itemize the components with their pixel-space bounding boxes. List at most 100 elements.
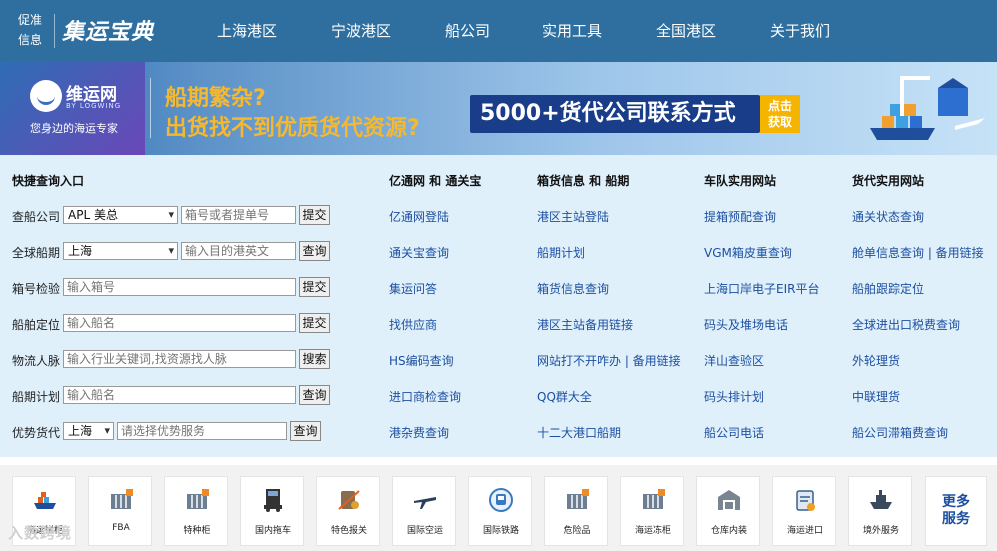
clipboard-icon bbox=[792, 487, 818, 513]
banner-headline-2: 出货找不到优质货代资源? bbox=[165, 116, 420, 141]
site-logo[interactable]: 集运宝典 bbox=[62, 14, 154, 46]
nav-shipping-lines[interactable]: 船公司 bbox=[445, 20, 490, 41]
quick-link[interactable]: 通关状态查询 bbox=[852, 208, 924, 225]
quick-link[interactable]: 上海口岸电子EIR平台 bbox=[704, 280, 819, 297]
quick-link[interactable]: 全球进出口税费查询 bbox=[852, 316, 960, 333]
brand-tagline-line1: 促准 bbox=[18, 13, 43, 27]
vessel-name-input[interactable] bbox=[63, 314, 296, 332]
quick-link[interactable]: 洋山查验区 bbox=[704, 352, 764, 369]
service-item[interactable]: 特种柜 bbox=[164, 476, 228, 546]
container-icon bbox=[184, 487, 210, 513]
container-check-input[interactable] bbox=[63, 278, 296, 296]
service-item-label: 特种柜 bbox=[183, 526, 211, 536]
quick-link[interactable]: 船公司滞箱费查询 bbox=[852, 424, 948, 441]
quick-link[interactable]: 提箱预配查询 bbox=[704, 208, 776, 225]
banner-headline-1: 船期繁杂? bbox=[165, 86, 266, 111]
warehouse-icon bbox=[716, 487, 742, 513]
service-item[interactable]: FBA bbox=[88, 476, 152, 546]
ad-banner[interactable]: 维运网 BY LOGWING 您身边的海运专家 船期繁杂? 出货找不到优质货代资… bbox=[0, 62, 997, 155]
query-button[interactable]: 查询 bbox=[290, 421, 321, 441]
quick-query-title: 快捷查询入口 bbox=[12, 174, 85, 188]
service-item[interactable]: 海运进口 bbox=[772, 476, 836, 546]
service-item[interactable]: 特色报关 bbox=[316, 476, 380, 546]
search-button[interactable]: 搜索 bbox=[299, 349, 330, 369]
keyword-input[interactable] bbox=[63, 350, 296, 368]
schedule-vessel-input[interactable] bbox=[63, 386, 296, 404]
train-icon bbox=[488, 487, 514, 513]
service-item-label: FBA bbox=[112, 523, 130, 533]
query-section bbox=[0, 155, 997, 457]
container-icon bbox=[108, 487, 134, 513]
quick-link[interactable]: QQ群大全 bbox=[537, 388, 592, 405]
quick-link[interactable]: 港区主站备用链接 bbox=[537, 316, 633, 333]
service-item-label: 境外服务 bbox=[862, 526, 899, 536]
nav-ningbo-port[interactable]: 宁波港区 bbox=[331, 20, 391, 41]
quick-link[interactable]: 外轮理货 bbox=[852, 352, 900, 369]
service-item[interactable]: 危险品 bbox=[544, 476, 608, 546]
quick-link[interactable]: 港区主站登陆 bbox=[537, 208, 609, 225]
more-services-line1: 更多 bbox=[942, 494, 970, 510]
service-item[interactable]: 境外服务 bbox=[848, 476, 912, 546]
quick-link[interactable]: 亿通网登陆 bbox=[389, 208, 449, 225]
submit-button[interactable]: 提交 bbox=[299, 205, 330, 225]
container-icon bbox=[640, 487, 666, 513]
service-item[interactable]: 海运冻柜 bbox=[620, 476, 684, 546]
service-item-label: 海运进口 bbox=[786, 526, 823, 536]
submit-button[interactable]: 提交 bbox=[299, 313, 330, 333]
quick-link[interactable]: 进口商检查询 bbox=[389, 388, 461, 405]
more-services-line2: 服务 bbox=[942, 511, 970, 527]
quick-link[interactable]: 集运问答 bbox=[389, 280, 437, 297]
nav-about-us[interactable]: 关于我们 bbox=[770, 20, 830, 41]
quick-link[interactable]: 码头及堆场电话 bbox=[704, 316, 788, 333]
service-item-label: 国际铁路 bbox=[482, 526, 519, 536]
quick-link[interactable]: 网站打不开咋办 | 备用链接 bbox=[537, 352, 681, 369]
submit-button[interactable]: 提交 bbox=[299, 277, 330, 297]
service-item[interactable]: 国内拖车 bbox=[240, 476, 304, 546]
destination-port-input[interactable] bbox=[181, 242, 296, 260]
service-item[interactable]: 国际空运 bbox=[392, 476, 456, 546]
service-input[interactable] bbox=[117, 422, 287, 440]
quick-link[interactable]: 船期计划 bbox=[537, 244, 585, 261]
quick-link[interactable]: VGM箱皮重查询 bbox=[704, 244, 792, 261]
shipping-line-select[interactable]: APL 美总 bbox=[63, 206, 178, 224]
service-item[interactable]: 仓库内装 bbox=[696, 476, 760, 546]
service-item-label: 海运冻柜 bbox=[634, 526, 671, 536]
query-label: 优势货代 bbox=[12, 426, 61, 440]
nav-shanghai-port[interactable]: 上海港区 bbox=[217, 20, 277, 41]
service-item-label: 特色报关 bbox=[330, 526, 367, 536]
quick-link[interactable]: 箱货信息查询 bbox=[537, 280, 609, 297]
link-column-title-1: 亿通网 和 通关宝 bbox=[389, 174, 482, 188]
service-item-label: 国际空运 bbox=[406, 526, 443, 536]
more-services-button[interactable]: 更多 服务 bbox=[925, 476, 987, 546]
quick-link[interactable]: HS编码查询 bbox=[389, 352, 454, 369]
quick-link[interactable]: 中联理货 bbox=[852, 388, 900, 405]
query-button[interactable]: 查询 bbox=[299, 385, 330, 405]
origin-port-select[interactable]: 上海 bbox=[63, 242, 178, 260]
weiyun-logo-icon bbox=[30, 80, 62, 112]
banner-offer: 5000+货代公司联系方式 bbox=[470, 95, 760, 133]
quick-link[interactable]: 码头排计划 bbox=[704, 388, 764, 405]
quick-link[interactable]: 通关宝查询 bbox=[389, 244, 449, 261]
logistics-illustration-icon bbox=[870, 76, 985, 140]
forwarder-city-select[interactable]: 上海 bbox=[63, 422, 114, 440]
ship-icon bbox=[868, 487, 894, 513]
customs-icon bbox=[336, 487, 362, 513]
nav-national-ports[interactable]: 全国港区 bbox=[656, 20, 716, 41]
service-item[interactable]: 国际铁路 bbox=[468, 476, 532, 546]
quick-link[interactable]: 船舶跟踪定位 bbox=[852, 280, 924, 297]
query-label: 查船公司 bbox=[12, 210, 61, 224]
quick-link[interactable]: 舱单信息查询 | 备用链接 bbox=[852, 244, 984, 261]
truck-icon bbox=[260, 487, 286, 513]
link-column-title-4: 货代实用网站 bbox=[852, 174, 925, 188]
quick-link[interactable]: 港杂费查询 bbox=[389, 424, 449, 441]
nav-tools[interactable]: 实用工具 bbox=[542, 20, 602, 41]
quick-link[interactable]: 找供应商 bbox=[389, 316, 437, 333]
banner-cta-button[interactable]: 点击 获取 bbox=[760, 95, 800, 133]
banner-slogan: 您身边的海运专家 bbox=[30, 122, 118, 135]
quick-link[interactable]: 船公司电话 bbox=[704, 424, 764, 441]
service-item-label: 仓库内装 bbox=[710, 526, 747, 536]
query-label: 物流人脉 bbox=[12, 354, 61, 368]
container-number-input[interactable] bbox=[181, 206, 296, 224]
query-button[interactable]: 查询 bbox=[299, 241, 330, 261]
quick-link[interactable]: 十二大港口船期 bbox=[537, 424, 621, 441]
